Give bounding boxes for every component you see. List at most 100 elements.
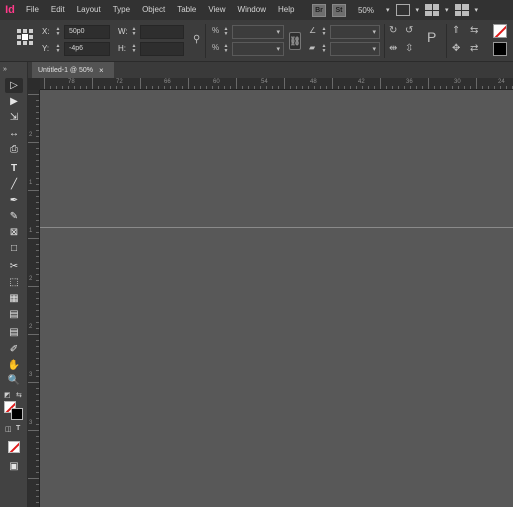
apply-none-icon[interactable] [5, 439, 23, 454]
formatting-container-icon[interactable]: ◫ [5, 425, 12, 433]
menu-window[interactable]: Window [232, 0, 272, 20]
zoom-level[interactable]: 50% [352, 6, 380, 15]
gradient-swatch-tool-icon[interactable]: ▦ [5, 291, 23, 306]
scale-y-dropdown[interactable]: ▾ [232, 42, 284, 56]
stroke-black-swatch[interactable] [493, 42, 507, 56]
zoom-tool-icon[interactable]: 🔍 [5, 373, 23, 388]
horizontal-ruler[interactable]: 78 72 66 60 54 48 42 36 30 24 [40, 78, 513, 90]
x-stepper[interactable]: ▲ ▼ [54, 26, 62, 38]
type-tool-icon[interactable]: T [5, 161, 23, 176]
ruler-tick [506, 86, 507, 89]
rectangle-tool-icon[interactable]: □ [5, 241, 23, 256]
fill-stroke-swatches[interactable] [4, 401, 24, 421]
menu-object[interactable]: Object [136, 0, 171, 20]
h-label: H: [118, 44, 126, 53]
scissors-tool-icon[interactable]: ✂ [5, 259, 23, 274]
screen-mode-icon[interactable] [425, 4, 440, 16]
rotation-dropdown[interactable]: ▾ [330, 25, 380, 39]
ruler-origin[interactable] [28, 78, 40, 90]
hand-tool-icon[interactable]: ✋ [5, 358, 23, 373]
flip-horizontal-icon[interactable]: ⇹ [389, 44, 397, 54]
direct-selection-tool-icon[interactable]: ▶ [5, 94, 23, 109]
arrange-documents-chevron-icon[interactable]: ▾ [475, 6, 479, 14]
stock-button[interactable]: St [332, 3, 346, 17]
arrange-documents-icon[interactable] [454, 4, 469, 16]
ruler-tick-label: 1 [29, 180, 33, 186]
content-collector-icon[interactable]: ⎙ [5, 142, 23, 157]
shear-stepper[interactable]: ▲ ▼ [320, 43, 328, 55]
selection-tool-icon[interactable]: ▷ [5, 78, 23, 93]
vertical-ruler[interactable]: 2 1 1 2 2 3 3 [28, 90, 40, 507]
constrain-proportions-icon[interactable]: ⚲ [193, 35, 200, 45]
ruler-tick [36, 136, 39, 137]
page-tool-icon[interactable]: ⇲ [5, 110, 23, 125]
gap-tool-icon[interactable]: ↔ [5, 126, 23, 141]
menu-type[interactable]: Type [107, 0, 136, 20]
free-transform-tool-icon[interactable]: ⬚ [5, 275, 23, 290]
bridge-button[interactable]: Br [312, 3, 326, 17]
ruler-tick [36, 262, 39, 263]
x-position-input[interactable]: 50p0 [64, 25, 110, 39]
rotate-ccw-icon[interactable]: ↺ [405, 26, 413, 36]
default-fill-stroke-icon[interactable]: ◩ [4, 391, 11, 399]
rotate-cw-icon[interactable]: ↻ [389, 26, 397, 36]
line-tool-icon[interactable]: ╱ [5, 177, 23, 192]
zoom-dropdown-icon[interactable]: ▾ [386, 6, 390, 14]
scale-x-dropdown[interactable]: ▾ [232, 25, 284, 39]
flip-vertical-icon[interactable]: ⇳ [405, 44, 413, 54]
stroke-swatch[interactable] [11, 408, 23, 420]
w-stepper[interactable]: ▲ ▼ [130, 26, 138, 38]
menu-layout[interactable]: Layout [71, 0, 107, 20]
document-pasteboard[interactable] [40, 90, 513, 507]
gradient-feather-tool-icon[interactable]: ▤ [5, 307, 23, 322]
menu-file[interactable]: File [20, 0, 45, 20]
shear-dropdown[interactable]: ▾ [330, 42, 380, 56]
ruler-tick [428, 78, 429, 89]
pencil-tool-icon[interactable]: ✎ [5, 209, 23, 224]
view-options-chevron-icon[interactable]: ▾ [416, 6, 420, 14]
chain-link-icon[interactable]: ⛓ [289, 32, 301, 50]
ruler-tick-label: 48 [310, 79, 317, 85]
select-next-icon[interactable]: ⇆ [470, 26, 478, 36]
menu-edit[interactable]: Edit [45, 0, 71, 20]
fill-none-swatch[interactable] [493, 24, 507, 38]
ruler-tick [344, 86, 345, 89]
menu-table[interactable]: Table [171, 0, 202, 20]
h-stepper[interactable]: ▲ ▼ [130, 43, 138, 55]
select-previous-icon[interactable]: ⇄ [470, 44, 478, 54]
ruler-tick [36, 160, 39, 161]
select-content-icon[interactable]: ✥ [452, 44, 460, 54]
ruler-tick [44, 78, 45, 89]
document-tab[interactable]: Untitled-1 @ 50% × [32, 62, 114, 78]
scale-y-stepper[interactable]: ▲ ▼ [222, 43, 230, 55]
ruler-guide[interactable] [40, 227, 513, 228]
height-input[interactable] [140, 42, 184, 56]
ruler-tick [134, 86, 135, 89]
screen-mode-tool-icon[interactable]: ▣ [5, 459, 23, 474]
note-tool-icon[interactable]: ▤ [5, 325, 23, 340]
eyedropper-tool-icon[interactable]: ✐ [5, 342, 23, 357]
rectangle-frame-tool-icon[interactable]: ⊠ [5, 225, 23, 240]
close-icon[interactable]: × [99, 66, 104, 75]
menu-view[interactable]: View [202, 0, 231, 20]
screen-mode-chevron-icon[interactable]: ▾ [445, 6, 449, 14]
width-input[interactable] [140, 25, 184, 39]
scale-x-stepper[interactable]: ▲ ▼ [222, 26, 230, 38]
menu-help[interactable]: Help [272, 0, 300, 20]
y-stepper[interactable]: ▲ ▼ [54, 43, 62, 55]
ruler-tick [434, 86, 435, 89]
ruler-tick [494, 86, 495, 89]
select-container-icon[interactable]: ⇑ [452, 26, 460, 36]
view-options-icon[interactable] [395, 4, 410, 16]
ruler-tick [86, 86, 87, 89]
swap-fill-stroke-icon[interactable]: ⇆ [16, 391, 22, 399]
collapse-tools-icon[interactable]: » [3, 66, 7, 73]
ruler-tick [36, 460, 39, 461]
ruler-tick [36, 100, 39, 101]
formatting-text-icon[interactable]: T [16, 425, 20, 432]
reference-point-icon[interactable] [17, 29, 33, 45]
y-position-input[interactable]: -4p6 [64, 42, 110, 56]
ruler-tick [36, 370, 39, 371]
rotation-stepper[interactable]: ▲ ▼ [320, 26, 328, 38]
pen-tool-icon[interactable]: ✒ [5, 193, 23, 208]
